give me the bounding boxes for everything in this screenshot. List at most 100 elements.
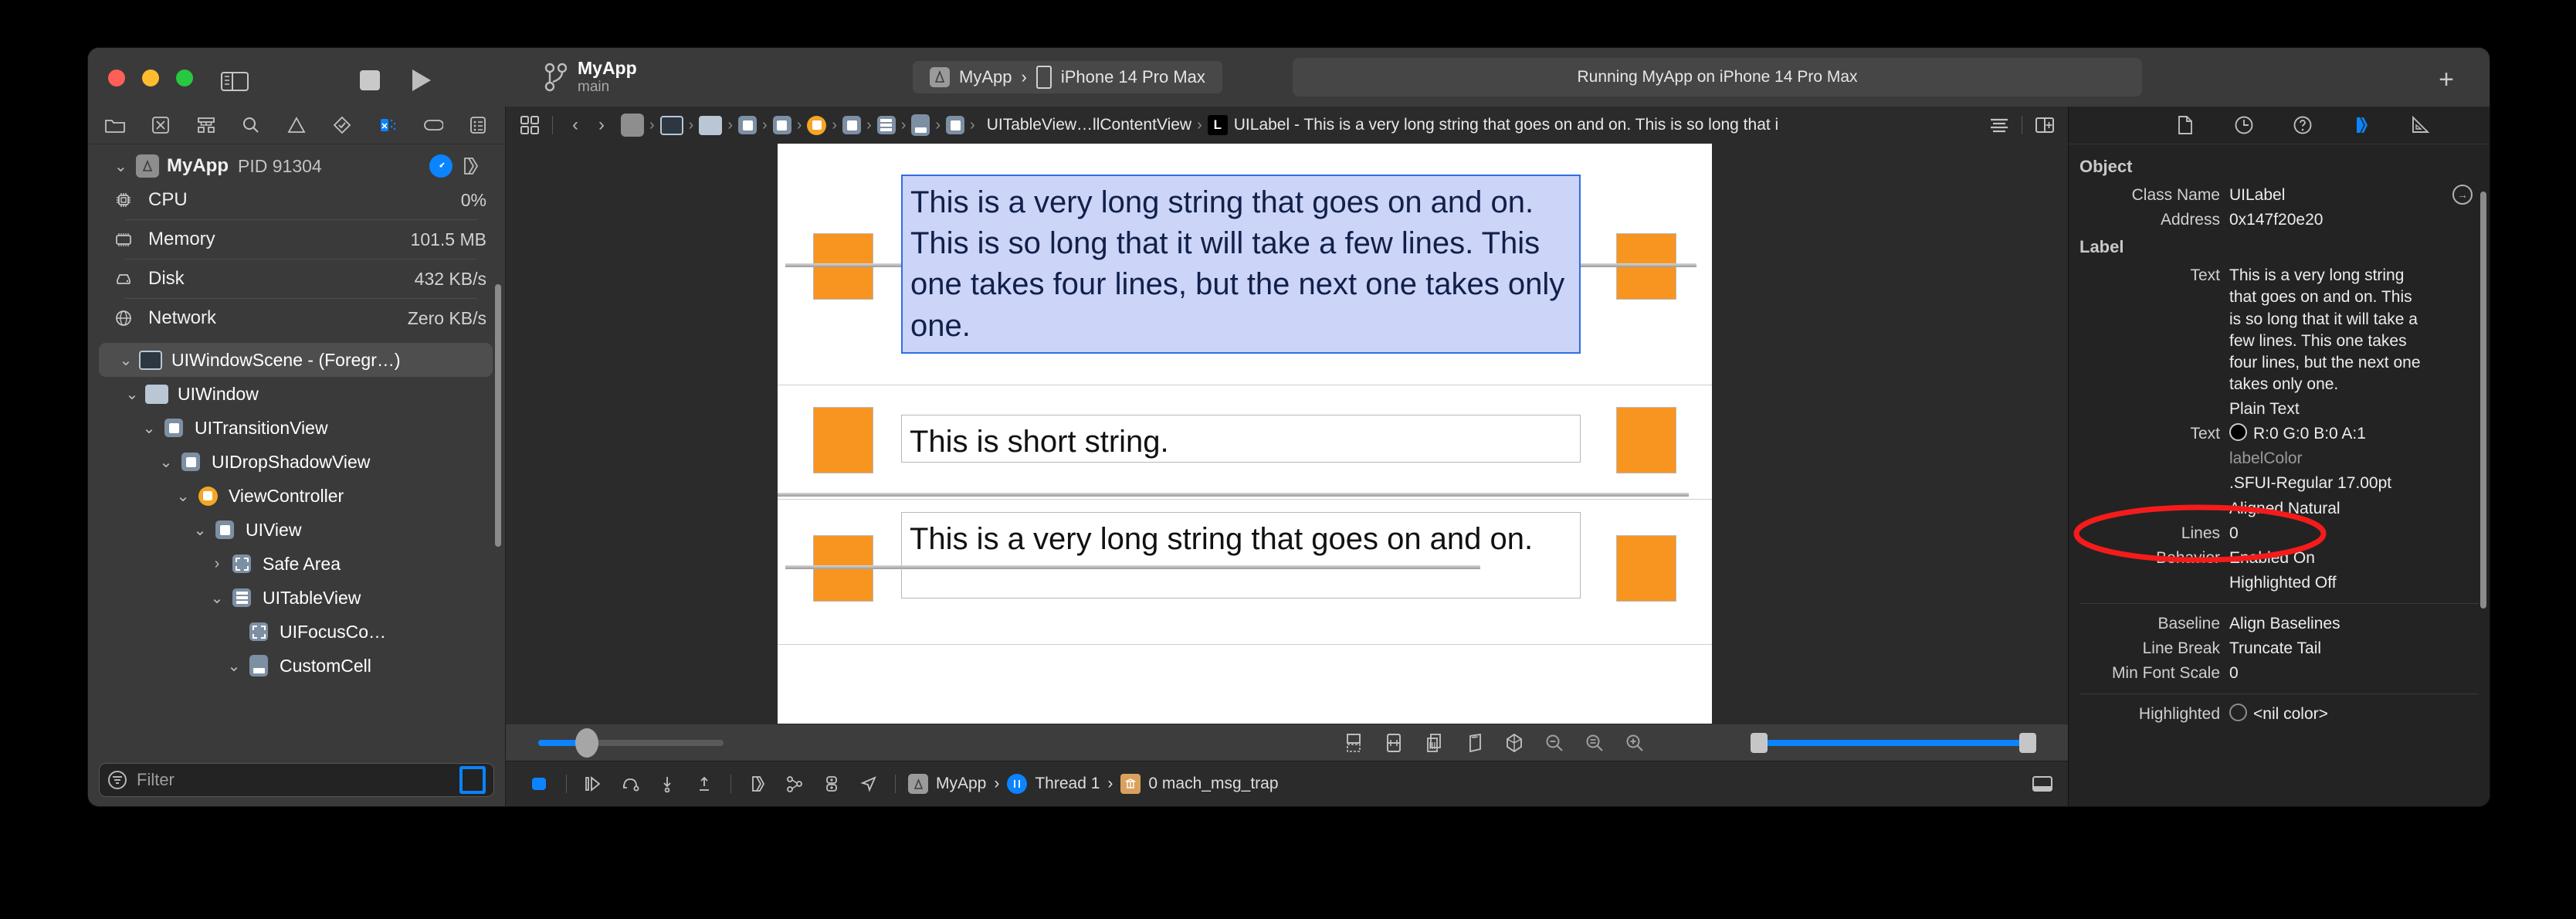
gauge-row-process[interactable]: ⌄ MyApp PID 91304 — [88, 149, 505, 183]
object-inspector-icon[interactable] — [2348, 113, 2374, 137]
inspector-row[interactable]: Text This is a very long string that goes… — [2069, 263, 2490, 397]
tree-item[interactable]: › Safe Area — [88, 547, 505, 581]
disclosure-triangle[interactable]: ⌄ — [119, 385, 145, 404]
console-toggle-icon[interactable] — [521, 771, 558, 797]
folder-icon[interactable] — [96, 112, 134, 138]
zoom-in-icon[interactable] — [1615, 730, 1655, 756]
breadcrumb-item[interactable]: › — [946, 116, 981, 134]
quick-help-icon[interactable] — [2290, 113, 2316, 137]
forward-button[interactable]: › — [588, 114, 615, 136]
table-row[interactable]: This is a very long string that goes on … — [778, 500, 1712, 639]
uilabel[interactable]: This is short string. — [901, 415, 1581, 463]
inspector-row[interactable]: Behavior Enabled On — [2069, 546, 2490, 571]
uilabel-selected[interactable]: This is a very long string that goes on … — [901, 175, 1581, 354]
inspector-row[interactable]: Lines 0 — [2069, 521, 2490, 546]
close-window-button[interactable] — [108, 70, 125, 86]
range-slider[interactable] — [1751, 733, 2036, 753]
view-debugger-canvas[interactable]: This is a very long string that goes on … — [506, 144, 2069, 724]
uilabel[interactable]: This is a very long string that goes on … — [901, 512, 1581, 599]
jump-to-definition-icon[interactable]: → — [2452, 185, 2473, 205]
inspector-row[interactable]: Line Break Truncate Tail — [2069, 636, 2490, 661]
gauge-row-memory[interactable]: Memory 101.5 MB — [88, 222, 505, 256]
destination-chooser[interactable]: MyApp › iPhone 14 Pro Max — [913, 61, 1222, 93]
inspector-scrollbar[interactable] — [2480, 192, 2486, 609]
history-inspector-icon[interactable] — [2231, 113, 2257, 137]
range-slider-min-handle[interactable] — [1751, 733, 1768, 753]
view-debug-icon[interactable] — [739, 771, 776, 797]
breadcrumb-item[interactable]: › — [876, 116, 912, 134]
table-row[interactable]: This is short string. — [778, 385, 1712, 492]
debug-icon[interactable] — [368, 112, 407, 138]
breadcrumb-item[interactable]: › — [621, 114, 660, 137]
assistant-editor-icon[interactable] — [2032, 112, 2058, 138]
disclosure-triangle[interactable]: ⌄ — [153, 453, 179, 472]
layers-icon[interactable] — [1414, 730, 1454, 756]
breadcrumb-item[interactable]: › — [699, 115, 738, 135]
step-out-icon[interactable] — [686, 771, 723, 797]
spacing-icon[interactable] — [1374, 730, 1414, 756]
test-icon[interactable] — [323, 112, 361, 138]
inspector-row[interactable]: Text R:0 G:0 B:0 A:1 — [2069, 422, 2490, 446]
disclosure-triangle[interactable]: › — [204, 555, 230, 573]
console-pane-toggle-icon[interactable] — [2032, 775, 2053, 793]
zoom-reset-icon[interactable] — [1574, 730, 1615, 756]
add-editor-button[interactable]: + — [2439, 66, 2454, 93]
tree-item[interactable]: UIFocusCo… — [88, 615, 505, 649]
inspector-content[interactable]: Object Class Name UILabel → Address 0x147f20e… — [2069, 144, 2490, 806]
location-icon[interactable] — [850, 771, 887, 797]
step-into-icon[interactable] — [649, 771, 686, 797]
continue-icon[interactable] — [575, 771, 612, 797]
tree-item[interactable]: ⌄ UIWindowScene - (Foregr…) — [99, 343, 493, 377]
inspector-row[interactable]: Aligned Natural — [2069, 497, 2490, 521]
run-stop-controls[interactable] — [360, 70, 431, 91]
perspective-icon[interactable] — [1454, 730, 1494, 756]
inspector-row[interactable]: Baseline Align Baselines — [2069, 612, 2490, 636]
gauge-row-disk[interactable]: Disk 432 KB/s — [88, 262, 505, 296]
minimize-window-button[interactable] — [142, 70, 159, 86]
step-over-icon[interactable] — [612, 771, 649, 797]
memory-graph-icon[interactable] — [776, 771, 813, 797]
table-row[interactable]: This is a very long string that goes on … — [778, 144, 1712, 385]
gauge-row-cpu[interactable]: CPU 0% — [88, 183, 505, 217]
sidebar-toggle-icon[interactable] — [218, 68, 252, 94]
breadcrumb-item[interactable]: › — [842, 116, 877, 134]
zoom-window-button[interactable] — [176, 70, 193, 86]
breadcrumb-item[interactable]: › — [659, 115, 700, 135]
back-button[interactable]: ‹ — [562, 114, 588, 136]
depth-slider[interactable] — [538, 728, 724, 758]
inspector-row[interactable]: Highlighted Off — [2069, 571, 2490, 595]
inspector-row[interactable]: labelColor — [2069, 446, 2490, 471]
breadcrumb-item[interactable]: › — [807, 115, 842, 135]
depth-slider-knob[interactable] — [575, 728, 598, 758]
inspector-row[interactable]: Highlighted <nil color> — [2069, 702, 2490, 727]
library-icon[interactable] — [460, 156, 486, 176]
tree-item[interactable]: ⌄ UIDropShadowView — [88, 445, 505, 479]
color-swatch[interactable] — [2229, 704, 2247, 722]
wireframe-icon[interactable] — [1494, 730, 1534, 756]
tree-item[interactable]: ⌄ UIView — [88, 513, 505, 547]
window-controls[interactable] — [108, 70, 193, 86]
file-inspector-icon[interactable] — [2172, 113, 2198, 137]
tree-item[interactable]: ⌄ UIWindow — [88, 377, 505, 411]
inspector-row[interactable]: Plain Text — [2069, 397, 2490, 422]
source-control-icon[interactable] — [141, 112, 180, 138]
disclosure-triangle[interactable]: ⌄ — [136, 419, 162, 438]
disclosure-triangle[interactable]: ⌄ — [221, 656, 247, 676]
disclosure-triangle[interactable]: ⌄ — [187, 521, 213, 540]
report-icon[interactable] — [459, 112, 497, 138]
simulate-icon[interactable] — [813, 771, 850, 797]
disclosure-triangle[interactable]: ⌄ — [204, 588, 230, 608]
search-icon[interactable] — [232, 112, 270, 138]
color-swatch[interactable] — [2229, 423, 2247, 442]
run-button[interactable] — [412, 70, 431, 91]
tree-item[interactable]: ⌄ CustomCell — [88, 649, 505, 683]
range-slider-max-handle[interactable] — [2019, 733, 2036, 753]
filter-scope-button[interactable] — [459, 766, 486, 794]
inspector-row[interactable]: Class Name UILabel → — [2069, 183, 2490, 208]
filter-field[interactable]: Filter — [99, 763, 494, 797]
breadcrumb-path[interactable]: UITableView…llContentView — [987, 116, 1191, 134]
breakpoint-icon[interactable] — [413, 112, 452, 138]
inspector-row[interactable]: Min Font Scale 0 — [2069, 661, 2490, 686]
tree-item[interactable]: ⌄ UITableView — [88, 581, 505, 615]
inspector-row[interactable]: .SFUI-Regular 17.00pt — [2069, 471, 2490, 496]
